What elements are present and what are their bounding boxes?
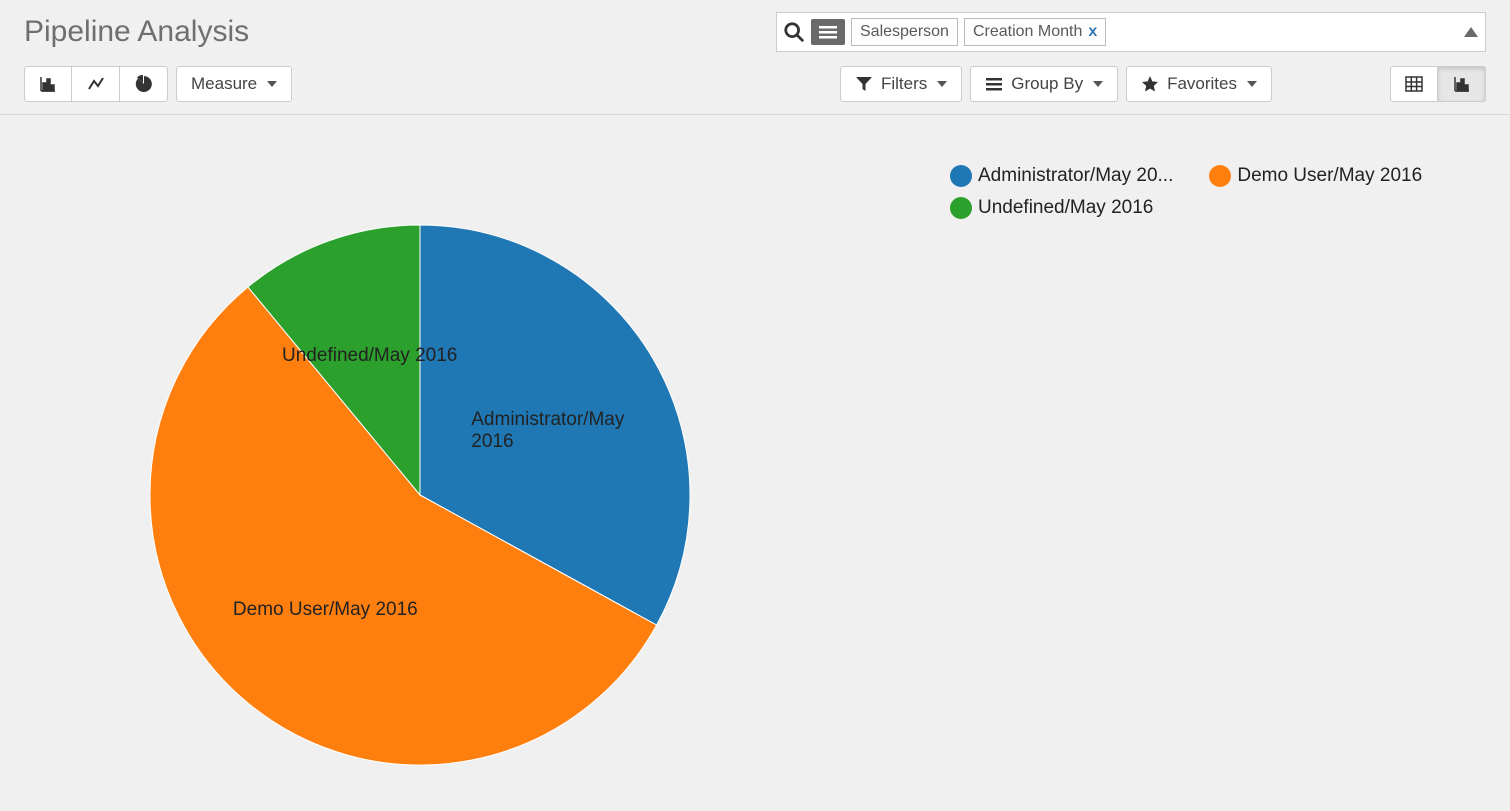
star-icon: [1141, 75, 1159, 93]
filters-dropdown[interactable]: Filters: [840, 66, 962, 102]
bar-chart-icon: [39, 75, 57, 93]
chart-legend: Administrator/May 20... Demo User/May 20…: [950, 165, 1450, 219]
caret-down-icon: [267, 81, 277, 87]
facet-creation-month[interactable]: Creation Month x: [964, 18, 1106, 46]
chart-type-switcher: [24, 66, 168, 102]
close-icon[interactable]: x: [1088, 23, 1097, 41]
legend-item-administrator[interactable]: Administrator/May 20...: [950, 165, 1173, 187]
favorites-label: Favorites: [1167, 74, 1237, 94]
legend-swatch: [950, 165, 972, 187]
filter-icon: [855, 75, 873, 93]
chart-area: Administrator/May 20... Demo User/May 20…: [0, 115, 1510, 776]
legend-label: Demo User/May 2016: [1237, 165, 1422, 187]
chevron-up-icon[interactable]: [1463, 25, 1479, 39]
legend-label: Administrator/May 20...: [978, 165, 1173, 187]
search-icon: [783, 21, 805, 43]
favorites-dropdown[interactable]: Favorites: [1126, 66, 1272, 102]
pie-chart-button[interactable]: [120, 66, 168, 102]
caret-down-icon: [937, 81, 947, 87]
line-chart-button[interactable]: [72, 66, 120, 102]
pie-chart: Administrator/May 2016Demo User/May 2016…: [140, 215, 700, 775]
legend-item-undefined[interactable]: Undefined/May 2016: [950, 197, 1153, 219]
bar-chart-button[interactable]: [24, 66, 72, 102]
caret-down-icon: [1247, 81, 1257, 87]
groupby-dropdown[interactable]: Group By: [970, 66, 1118, 102]
groupby-label: Group By: [1011, 74, 1083, 94]
groupby-badge-icon: [811, 19, 845, 45]
search-bar[interactable]: Salesperson Creation Month x: [776, 12, 1486, 52]
legend-label: Undefined/May 2016: [978, 197, 1153, 219]
line-chart-icon: [87, 75, 105, 93]
page-title: Pipeline Analysis: [24, 15, 249, 49]
legend-item-demo-user[interactable]: Demo User/May 2016: [1209, 165, 1422, 187]
graph-view-button[interactable]: [1438, 66, 1486, 102]
legend-swatch: [1209, 165, 1231, 187]
measure-dropdown[interactable]: Measure: [176, 66, 292, 102]
pie-chart-icon: [135, 75, 153, 93]
caret-down-icon: [1093, 81, 1103, 87]
list-icon: [985, 75, 1003, 93]
filters-label: Filters: [881, 74, 927, 94]
measure-label: Measure: [191, 74, 257, 94]
facet-salesperson[interactable]: Salesperson: [851, 18, 958, 46]
view-switcher: [1390, 66, 1486, 102]
facet-label: Salesperson: [860, 23, 949, 41]
facet-label: Creation Month: [973, 23, 1082, 41]
legend-swatch: [950, 197, 972, 219]
table-icon: [1405, 75, 1423, 93]
bar-chart-icon: [1453, 75, 1471, 93]
pivot-view-button[interactable]: [1390, 66, 1438, 102]
